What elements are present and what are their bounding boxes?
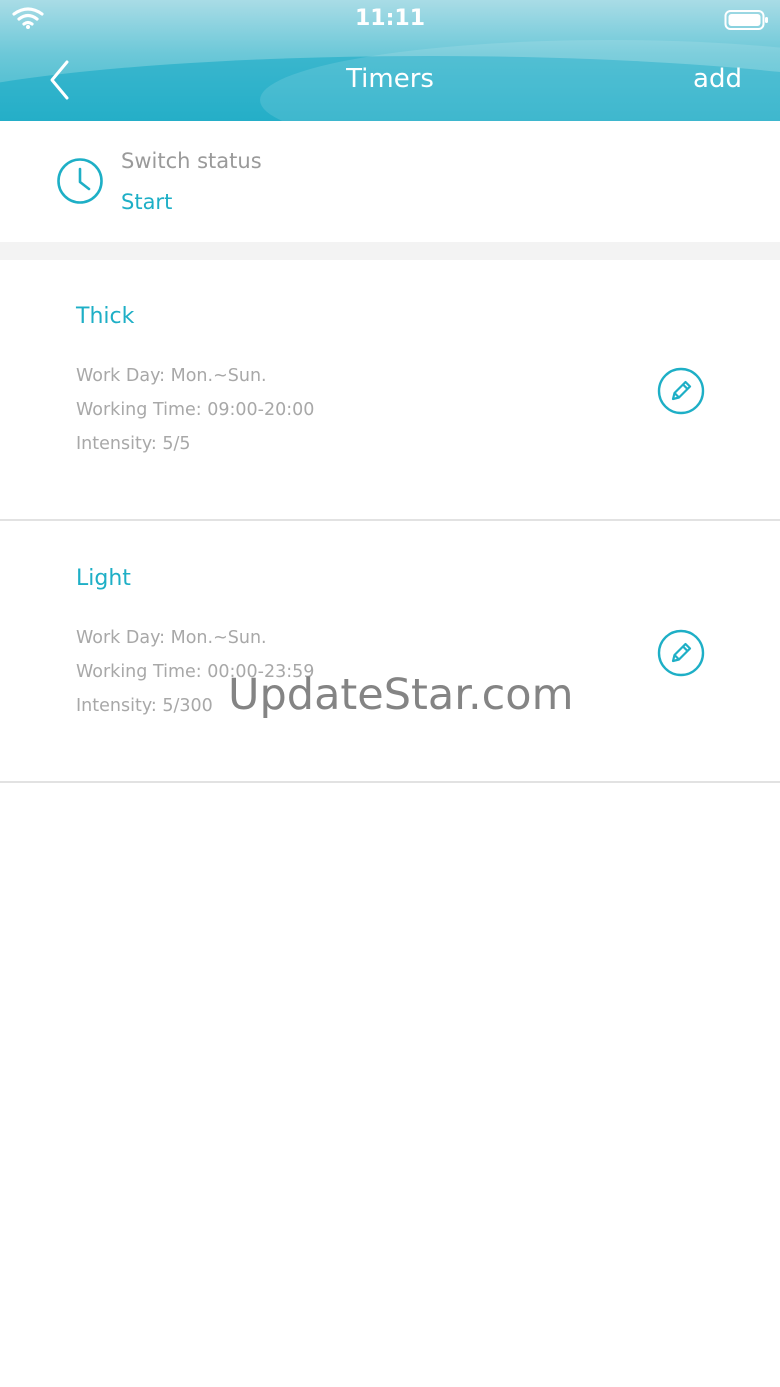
switch-status-value[interactable]: Start (121, 190, 172, 214)
section-divider (0, 242, 780, 260)
timer-working-time: Working Time: 09:00-20:00 (76, 400, 315, 420)
switch-status-row[interactable]: Switch status Start (0, 121, 780, 242)
edit-timer-button[interactable] (657, 367, 705, 415)
switch-status-label: Switch status (121, 149, 262, 173)
timer-card: Light Work Day: Mon.~Sun. Working Time: … (0, 522, 780, 783)
timer-work-day: Work Day: Mon.~Sun. (76, 366, 267, 386)
timer-name: Thick (76, 304, 135, 329)
edit-timer-button[interactable] (657, 629, 705, 677)
timer-name: Light (76, 566, 131, 591)
status-time: 11:11 (354, 6, 426, 31)
app-header: 11:11 Timers add (0, 0, 780, 121)
nav-bar: Timers add (0, 40, 780, 121)
watermark-text: UpdateStar.com (228, 670, 574, 720)
status-bar: 11:11 (0, 0, 780, 40)
page-title: Timers (346, 64, 434, 94)
add-timer-button[interactable]: add (693, 64, 742, 94)
timer-intensity: Intensity: 5/300 (76, 696, 213, 716)
clock-icon (57, 158, 103, 204)
battery-icon (724, 10, 768, 30)
timer-work-day: Work Day: Mon.~Sun. (76, 628, 267, 648)
pencil-icon (657, 367, 705, 415)
timer-intensity: Intensity: 5/5 (76, 434, 191, 454)
pencil-icon (657, 629, 705, 677)
timer-card: Thick Work Day: Mon.~Sun. Working Time: … (0, 260, 780, 521)
